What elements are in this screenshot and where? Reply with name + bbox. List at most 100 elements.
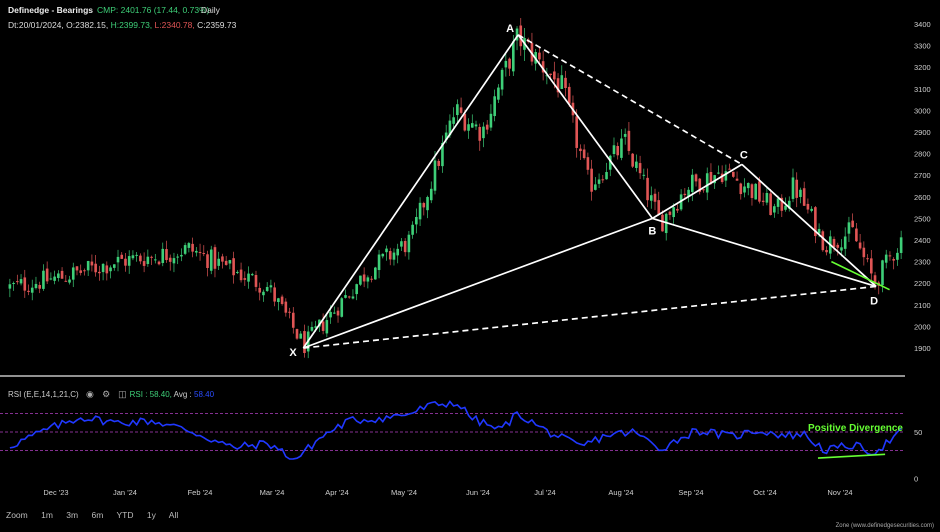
candle-body	[508, 58, 511, 69]
candle-body	[482, 126, 485, 139]
gear-icon[interactable]: ⚙	[101, 389, 111, 400]
candle-body	[236, 271, 239, 273]
candle-body	[799, 189, 802, 197]
candle-body	[784, 205, 787, 210]
candle-body	[198, 252, 202, 254]
candle-body	[396, 248, 400, 256]
candle-body	[213, 247, 217, 269]
zoom-1m[interactable]: 1m	[41, 510, 53, 520]
candle-body	[646, 177, 649, 201]
candle-body	[332, 312, 336, 314]
candle-body	[426, 197, 429, 211]
time-tick-label: Jun '24	[466, 488, 490, 497]
rsi-value: RSI : 58.40,	[129, 390, 172, 399]
candle-body	[168, 257, 172, 262]
candle-body	[452, 117, 455, 124]
time-tick-label: Feb '24	[188, 488, 213, 497]
trash-icon[interactable]: ◫	[117, 389, 127, 400]
candle-body	[64, 280, 68, 282]
candle-body	[422, 203, 426, 208]
time-tick-label: Nov '24	[827, 488, 852, 497]
candle-body	[392, 252, 396, 260]
candle-body	[329, 311, 332, 318]
price-tick-label: 2100	[914, 301, 931, 310]
candle-body	[60, 270, 64, 279]
rsi-header: RSI (E,E,14,1,21,C) ◉ ⚙ ◫ RSI : 58.40, A…	[8, 389, 214, 400]
pattern-line-bd	[652, 217, 877, 288]
candle-body	[869, 258, 873, 274]
pattern-line-bc	[651, 163, 743, 220]
price-tick-label: 2200	[914, 279, 931, 288]
candle-body	[269, 285, 273, 288]
pattern-line-ab	[517, 34, 654, 219]
zoom-ytd[interactable]: YTD	[117, 510, 134, 520]
candle-body	[362, 274, 366, 282]
candle-body	[705, 173, 709, 193]
credit-text: Zone (www.definedgesecurities.com)	[835, 523, 934, 529]
candle-body	[586, 157, 590, 170]
candle-body	[855, 228, 858, 242]
candle-body	[295, 329, 299, 339]
price-tick-label: 3300	[914, 42, 931, 51]
candle-body	[131, 255, 135, 259]
candle-body	[459, 107, 463, 113]
candle-body	[415, 216, 418, 225]
candle-body	[407, 234, 411, 253]
candle-body	[735, 178, 739, 181]
candle-body	[638, 163, 642, 174]
candle-body	[86, 260, 90, 271]
time-axis: Dec '23 Jan '24 Feb '24 Mar '24 Apr '24 May '…	[43, 488, 852, 497]
candle-body	[750, 184, 754, 198]
chart-canvas[interactable]: 1900 2000 2100 2200 2300 2400 2500 2600 2700 2800…	[0, 0, 940, 532]
candle-body	[773, 206, 776, 213]
candle-body	[217, 258, 221, 266]
price-tick-label: 1900	[914, 344, 931, 353]
time-tick-label: Mar '24	[260, 488, 285, 497]
zoom-3m[interactable]: 3m	[66, 510, 78, 520]
candle-body	[209, 249, 213, 271]
zoom-6m[interactable]: 6m	[91, 510, 103, 520]
candle-body	[239, 269, 243, 281]
zoom-all[interactable]: All	[169, 510, 178, 520]
candle-body	[243, 278, 247, 280]
candle-body	[224, 260, 228, 265]
candle-body	[336, 310, 340, 316]
candle-body	[94, 263, 97, 273]
candle-body	[668, 211, 672, 215]
candle-body	[463, 113, 467, 131]
candle-body	[321, 321, 325, 331]
time-tick-label: Sep '24	[678, 488, 703, 497]
candle-body	[866, 258, 869, 260]
time-tick-label: May '24	[391, 488, 417, 497]
candle-body	[620, 138, 623, 158]
candle-body	[105, 265, 109, 274]
candle-body	[262, 291, 265, 296]
candle-body	[690, 174, 694, 192]
candle-body	[42, 270, 45, 289]
rsi-indicator-label[interactable]: RSI (E,E,14,1,21,C)	[8, 390, 79, 399]
rsi-tick-label: 50	[914, 428, 922, 437]
candle-body	[795, 179, 799, 198]
zoom-1y[interactable]: 1y	[147, 510, 156, 520]
candle-body	[202, 253, 206, 255]
pattern-line-xd	[303, 285, 877, 349]
candle-body	[385, 248, 388, 253]
price-axis: 1900 2000 2100 2200 2300 2400 2500 2600 2700 2800…	[914, 20, 931, 353]
candle-body	[68, 279, 71, 283]
candle-body	[340, 298, 344, 317]
candle-body	[560, 75, 564, 89]
candle-body	[754, 183, 758, 200]
candle-body	[470, 123, 474, 128]
candle-body	[739, 183, 743, 195]
price-tick-label: 3000	[914, 106, 931, 115]
candle-body	[881, 260, 884, 286]
price-tick-label: 2600	[914, 193, 931, 202]
candle-body	[284, 301, 288, 313]
candle-body	[843, 236, 847, 249]
candle-body	[12, 282, 15, 284]
candle-body	[758, 181, 761, 202]
candle-body	[8, 284, 12, 289]
eye-icon[interactable]: ◉	[85, 389, 95, 400]
candle-body	[228, 260, 232, 264]
candle-body	[836, 244, 840, 248]
